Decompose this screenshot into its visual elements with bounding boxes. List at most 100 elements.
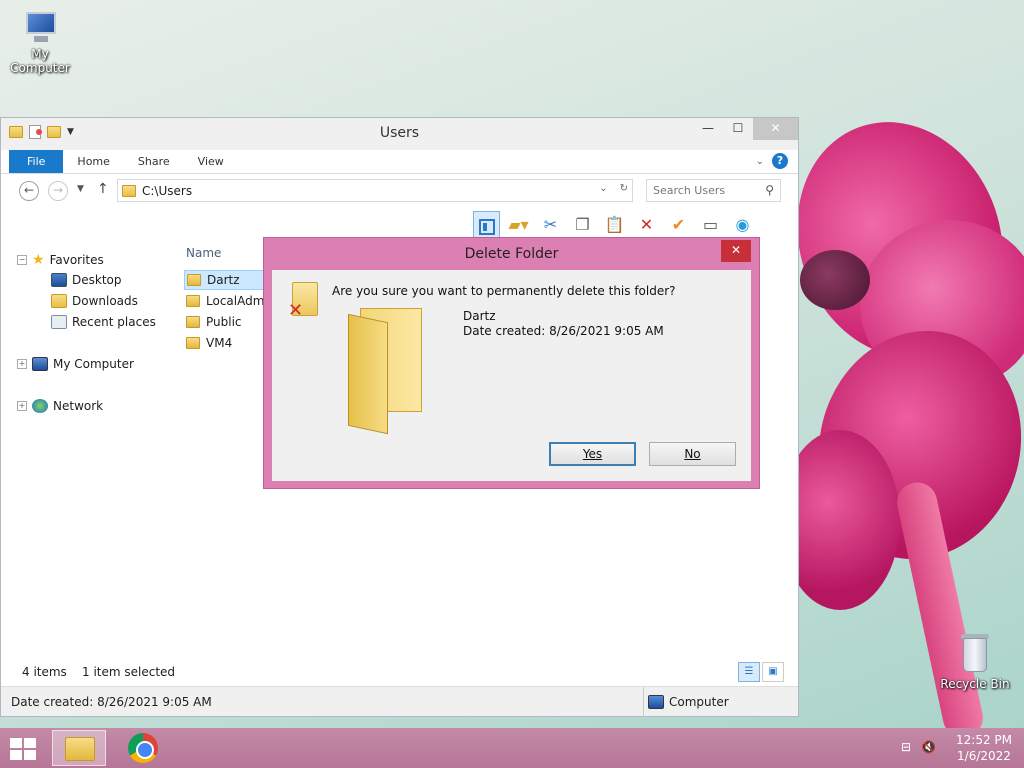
star-icon: ★ <box>32 252 45 268</box>
file-row[interactable]: LocalAdmin <box>184 291 274 311</box>
nav-label: Network <box>53 399 104 413</box>
navigation-pane: − ★ Favorites Desktop Downloads Recent p… <box>1 242 166 662</box>
tab-home[interactable]: Home <box>63 150 123 173</box>
selection-count: 1 item selected <box>82 665 176 679</box>
nav-label: Favorites <box>49 253 104 267</box>
preview-pane-icon[interactable] <box>473 211 500 238</box>
address-text: C:\Users <box>142 183 193 198</box>
search-placeholder: Search Users <box>653 184 726 197</box>
computer-icon <box>32 357 48 371</box>
nav-my-computer[interactable]: + My Computer <box>17 357 134 371</box>
large-icons-view-icon[interactable]: ▣ <box>762 662 784 682</box>
network-shell-icon[interactable]: ◉ <box>729 211 756 238</box>
recent-places-icon <box>51 315 67 329</box>
nav-network[interactable]: + Network <box>17 399 103 413</box>
ribbon-tabs: File Home Share View ⌄ ? <box>1 150 798 174</box>
network-tray-icon[interactable]: ⊟ <box>901 740 911 754</box>
nav-downloads[interactable]: Downloads <box>51 294 138 308</box>
folder-info: Dartz Date created: 8/26/2021 9:05 AM <box>463 309 664 339</box>
search-input[interactable]: Search Users ⚲ <box>646 179 781 202</box>
maximize-button[interactable]: ☐ <box>723 118 753 140</box>
volume-muted-icon[interactable]: 🔇 <box>921 740 936 754</box>
downloads-icon <box>51 294 67 308</box>
minimize-button[interactable]: — <box>693 118 723 140</box>
clock-date: 1/6/2022 <box>957 749 1011 763</box>
file-row-selected[interactable]: Dartz <box>184 270 274 290</box>
open-folder-icon[interactable]: ▰▾ <box>505 211 532 238</box>
folder-icon <box>186 295 200 307</box>
clock[interactable]: 12:52 PM 1/6/2022 <box>956 732 1012 764</box>
expand-icon[interactable]: + <box>17 401 27 411</box>
nav-label: Recent places <box>72 315 156 329</box>
location-label: Computer <box>669 695 729 709</box>
start-button[interactable] <box>10 738 38 760</box>
dialog-question: Are you sure you want to permanently del… <box>332 284 676 298</box>
address-dropdown-icon[interactable]: ⌄ <box>599 183 607 194</box>
nav-recent-places[interactable]: Recent places <box>51 315 156 329</box>
file-explorer-icon <box>65 737 95 761</box>
wallpaper-flower-center <box>800 250 870 310</box>
expand-icon[interactable]: + <box>17 359 27 369</box>
properties-icon[interactable]: ▭ <box>697 211 724 238</box>
desktop-icon-my-computer[interactable]: My Computer <box>0 10 80 75</box>
desktop-icon-label: My Computer <box>10 47 70 75</box>
dialog-close-button[interactable]: ✕ <box>721 240 751 262</box>
nav-desktop[interactable]: Desktop <box>51 273 122 287</box>
folder-icon <box>186 337 200 349</box>
folder-preview-icon <box>342 308 442 435</box>
tab-file[interactable]: File <box>9 150 64 173</box>
dialog-body: ✕ Are you sure you want to permanently d… <box>272 270 751 481</box>
yes-label: Yes <box>582 447 603 461</box>
desktop-icon-recycle-bin[interactable]: Recycle Bin <box>935 632 1015 691</box>
details-view-icon[interactable]: ☰ <box>738 662 760 682</box>
nav-favorites[interactable]: − ★ Favorites <box>17 252 104 268</box>
delete-folder-dialog: Delete Folder ✕ ✕ Are you sure you want … <box>263 237 760 489</box>
window-titlebar[interactable]: ▼ Users — ☐ ✕ <box>1 118 798 150</box>
network-icon <box>32 399 48 413</box>
chrome-icon[interactable] <box>128 733 158 763</box>
clock-time: 12:52 PM <box>956 733 1012 747</box>
delete-icon[interactable]: ✕ <box>633 211 660 238</box>
rename-icon[interactable]: ✔ <box>665 211 692 238</box>
file-name: VM4 <box>206 336 233 350</box>
paste-icon[interactable]: 📋 <box>601 211 628 238</box>
window-title: Users <box>379 125 420 141</box>
copy-icon[interactable]: ❐ <box>569 211 596 238</box>
up-button[interactable]: ↑ <box>97 181 109 197</box>
status-bar: 4 items 1 item selected ☰ ▣ <box>1 660 798 684</box>
taskbar: ⊟ 🔇 12:52 PM 1/6/2022 <box>0 728 1024 768</box>
folder-icon <box>187 274 201 286</box>
file-row[interactable]: VM4 <box>184 333 274 353</box>
folder-name: Dartz <box>463 309 496 323</box>
file-row[interactable]: Public <box>184 312 274 332</box>
back-button[interactable]: ← <box>19 181 39 201</box>
yes-button[interactable]: Yes <box>549 442 636 466</box>
close-button[interactable]: ✕ <box>753 118 798 140</box>
desktop-icon <box>51 273 67 287</box>
address-field[interactable]: C:\Users ⌄ ↻ <box>117 179 633 202</box>
help-icon[interactable]: ? <box>772 153 788 169</box>
tab-view[interactable]: View <box>184 150 238 173</box>
refresh-icon[interactable]: ↻ <box>620 183 628 194</box>
nav-label: Desktop <box>72 273 122 287</box>
taskbar-file-explorer[interactable] <box>52 730 106 766</box>
no-label: No <box>684 447 701 461</box>
dialog-titlebar[interactable]: Delete Folder ✕ <box>264 238 759 270</box>
cut-icon[interactable]: ✂ <box>537 211 564 238</box>
recent-locations-icon[interactable]: ▼ <box>77 184 84 194</box>
forward-button[interactable]: → <box>48 181 68 201</box>
folder-date-created: Date created: 8/26/2021 9:05 AM <box>463 324 664 338</box>
address-bar-row: ← → ▼ ↑ C:\Users ⌄ ↻ Search Users ⚲ <box>1 174 798 208</box>
collapse-icon[interactable]: − <box>17 255 27 265</box>
search-icon: ⚲ <box>765 183 774 197</box>
file-name: Dartz <box>207 273 240 287</box>
file-name: Public <box>206 315 242 329</box>
delete-folder-icon: ✕ <box>288 282 320 321</box>
folder-icon <box>186 316 200 328</box>
tab-share[interactable]: Share <box>124 150 184 173</box>
no-button[interactable]: No <box>649 442 736 466</box>
expand-ribbon-icon[interactable]: ⌄ <box>756 156 764 167</box>
column-header-name[interactable]: Name <box>186 246 221 260</box>
desktop-icon-label: Recycle Bin <box>940 677 1010 691</box>
recycle-bin-icon <box>959 632 991 674</box>
